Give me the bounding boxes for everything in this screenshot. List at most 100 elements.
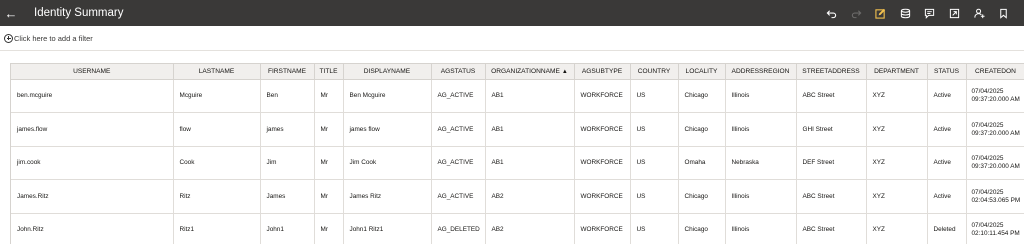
column-header-label: STATUS (933, 67, 960, 75)
cell-organizationname: AB2 (485, 179, 575, 214)
database-icon (900, 8, 910, 18)
edit-icon (875, 8, 886, 19)
column-header-streetaddress[interactable]: STREETADDRESS (796, 64, 867, 80)
cell-agsubtype: WORKFORCE (574, 79, 631, 113)
cell-addressregion: Nebraska (725, 146, 797, 180)
export-icon (949, 8, 960, 18)
cell-title: Mr (314, 146, 344, 180)
cell-username: John.Ritz (11, 213, 174, 244)
cell-firstname: james (260, 112, 315, 147)
column-header-label: USERNAME (73, 67, 111, 75)
column-header-agstatus[interactable]: AGSTATUS (431, 64, 486, 80)
cell-createdon: 07/04/2025 02:10:11.454 PM (966, 213, 1024, 244)
cell-status: Active (927, 179, 967, 214)
column-header-displayname[interactable]: DISPLAYNAME (343, 64, 432, 80)
column-header-createdon[interactable]: CREATEDON (966, 64, 1024, 80)
bookmark-button[interactable] (991, 0, 1016, 26)
cell-agsubtype: WORKFORCE (574, 112, 631, 147)
cell-locality: Chicago (678, 79, 726, 113)
cell-title: Mr (314, 213, 344, 244)
back-button[interactable]: ← (0, 0, 22, 26)
cell-department: XYZ (866, 79, 928, 113)
undo-button[interactable] (819, 0, 844, 26)
column-header-department[interactable]: DEPARTMENT (866, 64, 928, 80)
cell-displayname: James Ritz (343, 179, 432, 214)
cell-country: US (630, 213, 679, 244)
column-header-lastname[interactable]: LASTNAME (173, 64, 261, 80)
sort-ascending-icon[interactable]: ▲ (562, 69, 568, 75)
column-header-label: ADDRESSREGION (731, 67, 790, 75)
column-header-country[interactable]: COUNTRY (630, 64, 679, 80)
column-header-firstname[interactable]: FIRSTNAME (260, 64, 315, 80)
column-header-addressregion[interactable]: ADDRESSREGION (725, 64, 797, 80)
column-header-label: ORGANIZATIONNAME (491, 67, 560, 75)
filter-bar[interactable]: Click here to add a filter (0, 26, 1024, 51)
cell-streetaddress: DEF Street (796, 146, 867, 180)
cell-department: XYZ (866, 179, 928, 214)
cell-displayname: Jim Cook (343, 146, 432, 180)
cell-lastname: Mcguire (173, 79, 261, 113)
edit-button[interactable] (868, 0, 893, 26)
column-header-title[interactable]: TITLE (314, 64, 344, 80)
cell-streetaddress: GHI Street (796, 112, 867, 147)
column-header-agsubtype[interactable]: AGSUBTYPE (574, 64, 631, 80)
cell-addressregion: Illinois (725, 213, 797, 244)
cell-country: US (630, 112, 679, 147)
cell-agsubtype: WORKFORCE (574, 213, 631, 244)
cell-agstatus: AG_ACTIVE (431, 112, 486, 147)
table-row[interactable]: ben.mcguire Mcguire Ben Mr Ben Mcguire AG_ACT… (11, 79, 1024, 113)
cell-title: Mr (314, 179, 344, 214)
cell-locality: Chicago (678, 213, 726, 244)
add-circle-icon (4, 33, 13, 43)
cell-lastname: Ritz (173, 179, 261, 214)
column-header-username[interactable]: USERNAME (11, 64, 174, 80)
column-header-label: DISPLAYNAME (363, 67, 411, 75)
database-button[interactable] (893, 0, 918, 26)
export-button[interactable] (942, 0, 967, 26)
column-header-label: CREATEDON (975, 67, 1016, 75)
undo-icon (826, 9, 837, 18)
column-header-status[interactable]: STATUS (927, 64, 967, 80)
cell-lastname: Cook (173, 146, 261, 180)
cell-addressregion: Illinois (725, 79, 797, 113)
cell-agstatus: AG_ACTIVE (431, 179, 486, 214)
cell-locality: Omaha (678, 146, 726, 180)
user-settings-button[interactable] (967, 0, 992, 26)
page-title: Identity Summary (34, 7, 124, 19)
comment-button[interactable] (918, 0, 943, 26)
add-filter-link[interactable]: Click here to add a filter (14, 34, 93, 43)
table-row[interactable]: jim.cook Cook Jim Mr Jim Cook AG_ACTIVE AB1 WOR… (11, 146, 1024, 180)
table-row[interactable]: james.flow flow james Mr james flow AG_ACTIVE… (11, 112, 1024, 147)
cell-department: XYZ (866, 213, 928, 244)
cell-username: jim.cook (11, 146, 174, 180)
column-header-locality[interactable]: LOCALITY (678, 64, 726, 80)
column-header-label: DEPARTMENT (874, 67, 919, 75)
cell-department: XYZ (866, 146, 928, 180)
column-header-label: TITLE (319, 67, 338, 75)
cell-organizationname: AB2 (485, 213, 575, 244)
redo-button[interactable] (844, 0, 869, 26)
cell-addressregion: Illinois (725, 112, 797, 147)
redo-icon (851, 9, 862, 18)
cell-organizationname: AB1 (485, 112, 575, 147)
cell-organizationname: AB1 (485, 79, 575, 113)
cell-username: ben.mcguire (11, 79, 174, 113)
cell-username: james.flow (11, 112, 174, 147)
cell-status: Deleted (927, 213, 967, 244)
title-bar: ← Identity Summary (0, 0, 1024, 26)
cell-createdon: 07/04/2025 09:37:20.000 AM (966, 112, 1024, 147)
cell-status: Active (927, 79, 967, 113)
cell-firstname: Ben (260, 79, 315, 113)
cell-lastname: flow (173, 112, 261, 147)
column-header-label: COUNTRY (637, 67, 671, 75)
cell-country: US (630, 146, 679, 180)
cell-department: XYZ (866, 112, 928, 147)
cell-country: US (630, 179, 679, 214)
bookmark-icon (1000, 8, 1007, 19)
cell-streetaddress: ABC Street (796, 79, 867, 113)
column-header-organizationname[interactable]: ORGANIZATIONNAME ▲ (485, 64, 575, 80)
table-row[interactable]: James.Ritz Ritz James Mr James Ritz AG_ACTIVE… (11, 179, 1024, 214)
cell-createdon: 07/04/2025 02:04:53.065 PM (966, 179, 1024, 214)
cell-firstname: Jim (260, 146, 315, 180)
table-row[interactable]: John.Ritz Ritz1 John1 Mr John1 Ritz1 AG_DELET… (11, 213, 1024, 244)
